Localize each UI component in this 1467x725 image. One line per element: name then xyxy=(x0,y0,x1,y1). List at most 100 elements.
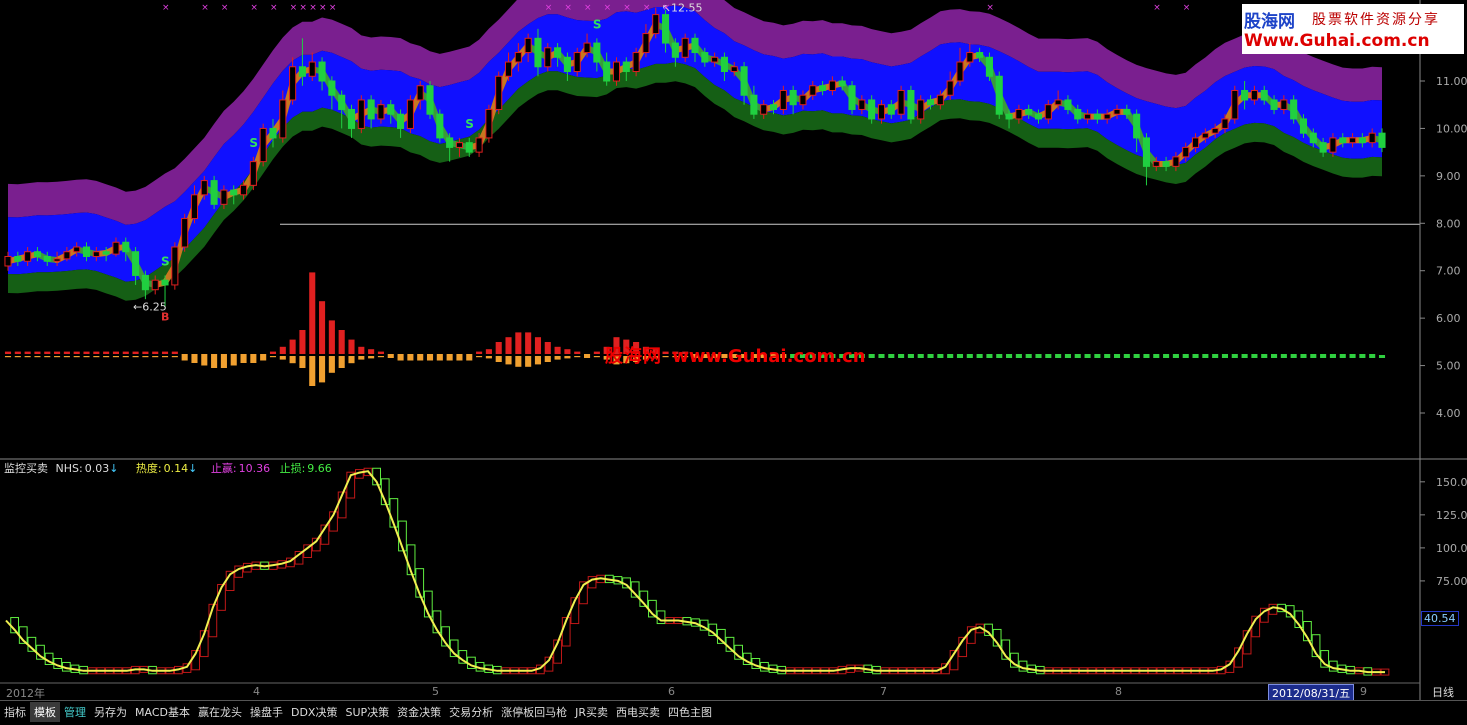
tab-1[interactable]: 模板 xyxy=(30,702,60,722)
candle-body xyxy=(927,99,935,106)
momentum-bar-down xyxy=(83,356,90,358)
momentum-dot xyxy=(1025,354,1032,358)
signal-marker-icon: × xyxy=(643,3,651,13)
momentum-bar-up xyxy=(44,351,51,354)
candle-body xyxy=(181,218,189,248)
candle-body xyxy=(1280,99,1288,110)
candle-body xyxy=(612,61,621,82)
tab-12[interactable]: JR买卖 xyxy=(571,702,612,722)
candle-body xyxy=(956,61,964,82)
momentum-bar-up xyxy=(505,337,512,354)
heat-label: 热度: xyxy=(135,462,162,475)
tab-11[interactable]: 涨停板回马枪 xyxy=(497,702,571,722)
candle-body xyxy=(1074,108,1082,120)
signal-marker-icon: × xyxy=(329,3,337,13)
tab-7[interactable]: DDX决策 xyxy=(287,702,341,722)
candle-body xyxy=(769,104,778,110)
momentum-dot xyxy=(917,354,924,358)
tab-13[interactable]: 西电买卖 xyxy=(612,702,664,722)
candle-body xyxy=(249,161,257,186)
candle-body xyxy=(1093,113,1101,120)
momentum-dot xyxy=(1349,354,1356,358)
candle-body xyxy=(82,246,91,257)
take-profit-value: 10.36 xyxy=(238,462,271,475)
candle-body xyxy=(730,66,738,73)
nhs-label: NHS: xyxy=(55,462,83,475)
price-tick-label: 5.00 xyxy=(1436,360,1461,373)
momentum-bar-up xyxy=(534,337,542,354)
momentum-bar-down xyxy=(34,356,41,358)
candle-body xyxy=(838,80,846,87)
tab-14[interactable]: 四色主图 xyxy=(664,702,716,722)
signal-marker-icon: × xyxy=(201,3,209,13)
tab-3[interactable]: 另存为 xyxy=(90,702,131,722)
candle-body xyxy=(1133,113,1141,139)
momentum-bar xyxy=(456,354,463,358)
tab-4[interactable]: MACD基本 xyxy=(131,702,194,722)
candle-body xyxy=(1152,161,1160,167)
candle-body xyxy=(14,255,22,262)
momentum-bar-down xyxy=(377,356,384,358)
momentum-dot xyxy=(1094,354,1101,358)
candle-body xyxy=(652,14,660,35)
momentum-bar xyxy=(191,354,198,358)
momentum-bar-down xyxy=(201,358,208,366)
indicator-name[interactable]: 监控买卖 xyxy=(4,462,48,475)
momentum-bar-down xyxy=(574,356,581,358)
candle-body xyxy=(43,255,51,262)
momentum-bar-down xyxy=(54,356,61,358)
candle-body xyxy=(603,61,611,82)
candle-body xyxy=(1270,99,1278,110)
candle-body xyxy=(122,241,130,253)
tab-0[interactable]: 指标 xyxy=(0,702,30,722)
candle-body xyxy=(1084,113,1092,120)
tab-9[interactable]: 资金决策 xyxy=(393,702,445,722)
momentum-dot xyxy=(878,354,885,358)
indicator-header: 监控买卖 NHS: 0.03↓ 热度: 0.14↓ 止赢: 10.36 止损: 9.66 xyxy=(4,460,336,476)
candle-body xyxy=(230,189,238,196)
momentum-bar-down xyxy=(456,358,463,361)
momentum-bar xyxy=(220,354,227,358)
momentum-dot xyxy=(1329,354,1336,358)
tab-2[interactable]: 管理 xyxy=(60,702,90,722)
candle-body xyxy=(455,142,463,148)
momentum-bar-up xyxy=(554,346,561,354)
candle-body xyxy=(132,251,140,276)
low-price-label: ←6.25 xyxy=(133,300,167,313)
candle-body xyxy=(347,108,356,129)
candle-body xyxy=(1319,142,1327,153)
momentum-dot xyxy=(1182,354,1189,358)
period-label[interactable]: 日线 xyxy=(1432,684,1454,700)
candle-body xyxy=(1005,113,1013,120)
momentum-bar-up xyxy=(142,351,149,354)
candle-body xyxy=(1191,137,1200,148)
candle xyxy=(848,81,856,115)
watermark-url: www.Guhai.com.cn xyxy=(672,346,866,367)
momentum-bar-down xyxy=(103,356,110,358)
tab-8[interactable]: SUP决策 xyxy=(341,702,393,722)
momentum-bar-down xyxy=(240,358,247,363)
candle-body xyxy=(73,246,81,253)
momentum-bar-down xyxy=(417,358,424,361)
stop-loss-value: 9.66 xyxy=(307,462,332,475)
momentum-bar-down xyxy=(358,356,365,360)
tab-6[interactable]: 操盘手 xyxy=(246,702,287,722)
tab-10[interactable]: 交易分析 xyxy=(445,702,497,722)
candle-body xyxy=(1123,108,1131,115)
momentum-dot xyxy=(1271,354,1278,358)
candle-body xyxy=(819,85,827,91)
candle xyxy=(426,81,434,119)
logo-url: Www.Guhai.com.cn xyxy=(1244,31,1430,51)
candle xyxy=(1290,95,1298,124)
momentum-dot xyxy=(1310,354,1317,358)
candle-body xyxy=(161,279,169,286)
momentum-bar-down xyxy=(4,356,12,358)
candle-body xyxy=(1329,137,1337,153)
signal-marker-icon: × xyxy=(250,3,258,13)
momentum-dot xyxy=(1153,354,1160,358)
momentum-bar-down xyxy=(564,356,571,359)
momentum-bar-up xyxy=(338,330,345,354)
momentum-dot xyxy=(927,354,934,358)
candle xyxy=(210,175,218,210)
tab-5[interactable]: 赢在龙头 xyxy=(194,702,246,722)
